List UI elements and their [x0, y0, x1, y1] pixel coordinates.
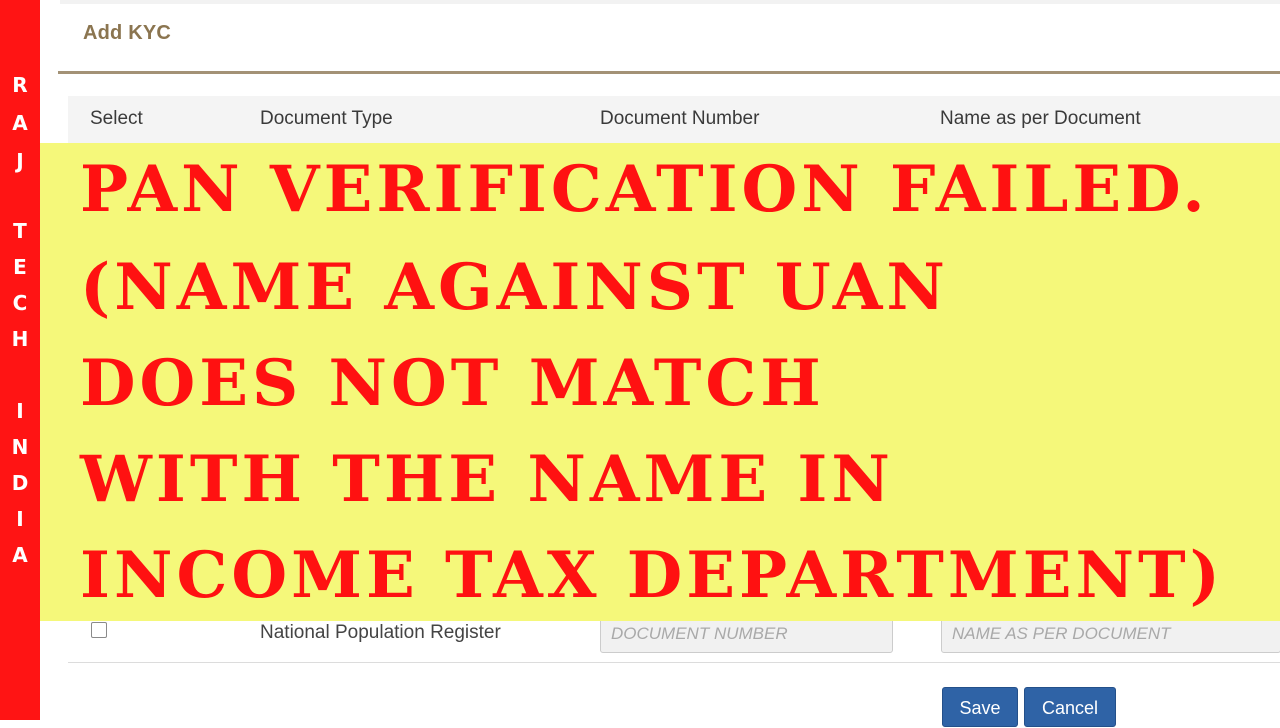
- page-top-border: [60, 0, 1280, 4]
- kyc-table-header: Select Document Type Document Number Nam…: [68, 96, 1280, 144]
- row-divider: [68, 662, 1280, 663]
- header-select: Select: [90, 108, 143, 129]
- banner-letter: T: [13, 219, 27, 243]
- header-name-as-per-document: Name as per Document: [940, 108, 1141, 129]
- banner-letter: C: [12, 291, 28, 315]
- header-document-type: Document Type: [260, 108, 393, 129]
- panel-title: Add KYC: [83, 22, 172, 44]
- select-checkbox[interactable]: [91, 622, 107, 638]
- overlay-line: INCOME TAX DEPARTMENT): [80, 538, 1224, 613]
- channel-banner: R A J T E C H I N D I A: [0, 0, 40, 720]
- error-message-overlay: PAN VERIFICATION FAILED. (NAME AGAINST U…: [40, 143, 1280, 621]
- banner-letter: A: [12, 111, 28, 135]
- banner-letter: H: [11, 327, 29, 351]
- banner-letter: R: [12, 73, 28, 97]
- banner-letter: A: [12, 543, 28, 567]
- title-divider: [58, 71, 1280, 74]
- banner-letter: J: [16, 149, 24, 173]
- cancel-button[interactable]: Cancel: [1024, 687, 1116, 727]
- banner-letter: E: [13, 255, 27, 279]
- banner-letter: D: [11, 471, 29, 495]
- banner-letter: N: [11, 435, 29, 459]
- overlay-line: PAN VERIFICATION FAILED.: [80, 152, 1209, 227]
- banner-letter: I: [16, 399, 24, 423]
- header-document-number: Document Number: [600, 108, 760, 129]
- save-button[interactable]: Save: [942, 687, 1018, 727]
- overlay-line: WITH THE NAME IN: [80, 442, 894, 517]
- overlay-line: (NAME AGAINST UAN: [80, 250, 949, 325]
- document-type-label: National Population Register: [260, 622, 501, 643]
- banner-letter: I: [16, 507, 24, 531]
- overlay-line: DOES NOT MATCH: [80, 346, 825, 421]
